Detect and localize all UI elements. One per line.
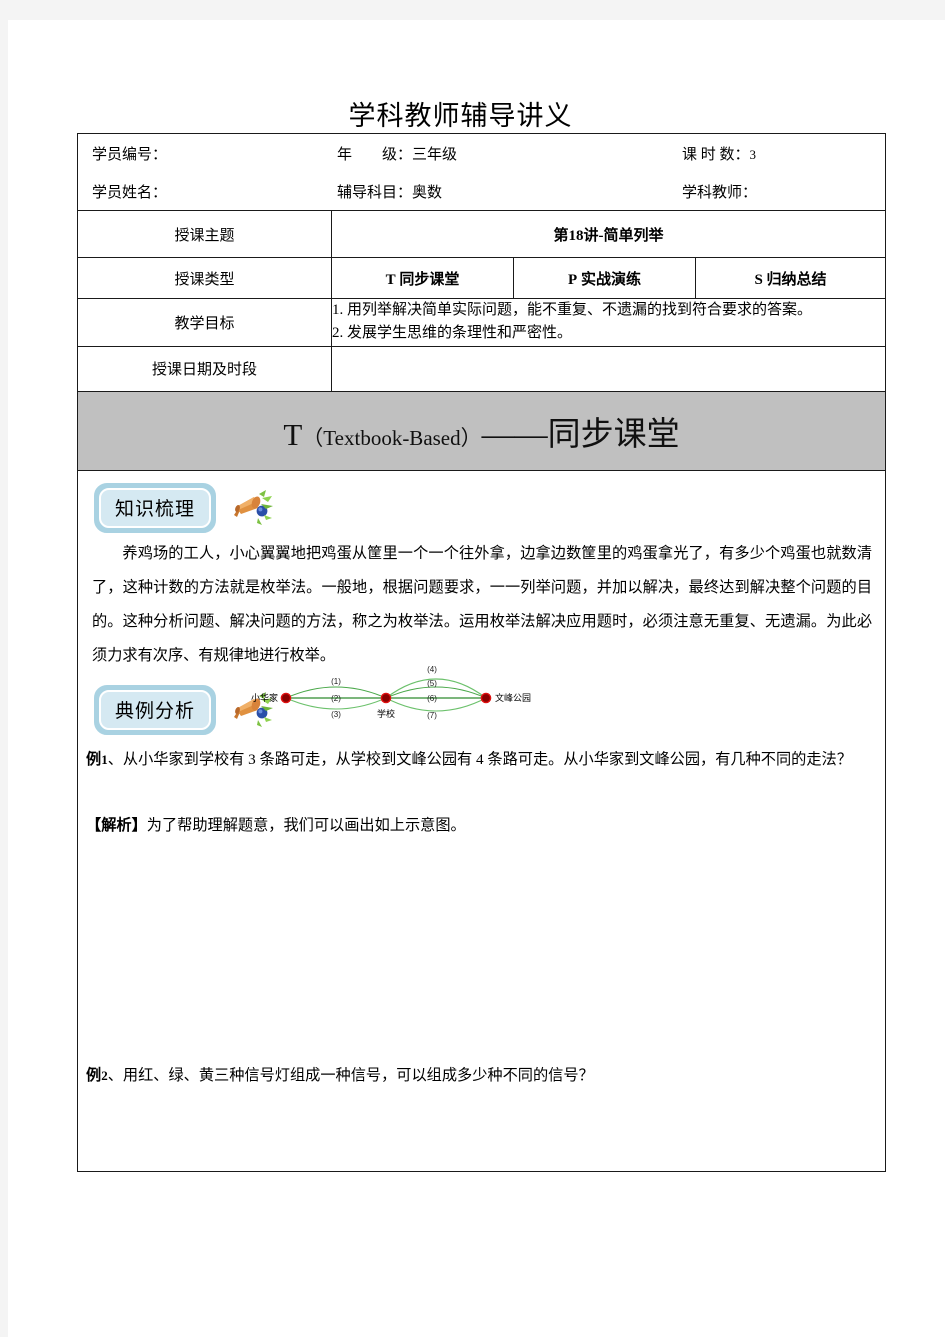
- table-row-date: 授课日期及时段: [77, 345, 886, 392]
- type-option-p: P 实战演练: [513, 257, 696, 299]
- grade-field: 年 级：三年级: [337, 143, 682, 164]
- node-park-dot: [480, 692, 492, 703]
- example-2: 例2、用红、绿、黄三种信号灯组成一种信号，可以组成多少种不同的信号？: [86, 1059, 876, 1092]
- topic-value: 第18讲-简单列举: [331, 210, 886, 258]
- subject-label: 辅导科目：: [337, 184, 413, 201]
- example-1: 例1、从小华家到学校有 3 条路可走，从学校到文峰公园有 4 条路可走。从小华家…: [86, 743, 876, 776]
- path-label-1: (1): [331, 677, 341, 686]
- megaphone-icon: [234, 489, 274, 525]
- goal-item-2: 2. 发展学生思维的条理性和严密性。: [332, 325, 573, 342]
- banner-paren-close: ）: [460, 425, 482, 450]
- type-name-p: 实战演练: [580, 271, 641, 288]
- analysis-text: 为了帮助理解题意，我们可以画出如上示意图。: [146, 816, 466, 834]
- banner-paren-open: （: [302, 425, 324, 450]
- banner-english: Textbook-Based: [323, 425, 461, 450]
- type-code-t: T: [385, 271, 396, 288]
- teacher-label: 学科教师：: [682, 184, 758, 201]
- badge-label-knowledge: 知识梳理: [99, 487, 212, 528]
- table-row-student-name: 学员姓名： 辅导科目：奥数 学科教师：: [77, 172, 886, 211]
- type-option-s: S 归纳总结: [695, 257, 886, 299]
- path-label-3: (3): [331, 710, 341, 719]
- table-row-content: 知识梳理 养鸡场的工人，小心翼翼地把鸡蛋从筐里一个一个往外拿，边拿边数筐里的鸡蛋…: [77, 469, 886, 1172]
- lecture-info-table: 学员编号： 年 级：三年级 课 时 数：3 学员姓名： 辅导科目：奥数 学科教师…: [77, 133, 886, 1172]
- type-option-t: T 同步课堂: [331, 257, 514, 299]
- node-label-school: 学校: [377, 708, 395, 719]
- document-page: 学科教师辅导讲义 学员编号： 年 级：三年级 课 时 数：3 学员姓名： 辅导科…: [8, 20, 945, 1337]
- path-label-2: (2): [331, 694, 341, 703]
- path-label-7: (7): [427, 711, 437, 720]
- subject-field: 辅导科目：奥数: [337, 181, 682, 202]
- path-label-6: (6): [427, 694, 437, 703]
- example-1-label: 例: [86, 750, 102, 768]
- node-school-dot: [380, 692, 392, 703]
- type-name-t: 同步课堂: [399, 271, 460, 288]
- type-name-s: 归纳总结: [766, 271, 827, 288]
- content-inner: 知识梳理 养鸡场的工人，小心翼翼地把鸡蛋从筐里一个一个往外拿，边拿边数筐里的鸡蛋…: [78, 471, 885, 1171]
- date-label: 授课日期及时段: [77, 345, 332, 392]
- example-2-text: 、用红、绿、黄三种信号灯组成一种信号，可以组成多少种不同的信号？: [107, 1066, 594, 1084]
- node-label-park: 文峰公园: [495, 692, 531, 703]
- table-row-student-id: 学员编号： 年 级：三年级 课 时 数：3: [77, 133, 886, 172]
- grade-value: 三年级: [412, 146, 458, 163]
- hours-field: 课 时 数：3: [682, 143, 882, 164]
- date-value[interactable]: [331, 345, 886, 392]
- topic-label: 授课主题: [77, 210, 332, 258]
- type-code-p: P: [568, 271, 578, 288]
- badge-shell: 知识梳理: [94, 482, 217, 533]
- topic-prefix: 第: [553, 227, 569, 244]
- goals-value: 1. 用列举解决简单实际问题，能不重复、不遗漏的找到符合要求的答案。 2. 发展…: [331, 298, 886, 347]
- banner-letter: T: [283, 416, 303, 452]
- topic-suffix: 讲-简单列举: [583, 227, 664, 244]
- goal-item-1: 1. 用列举解决简单实际问题，能不重复、不遗漏的找到符合要求的答案。: [332, 302, 813, 318]
- banner-text: T（Textbook-Based）——同步课堂: [283, 416, 680, 453]
- page-title: 学科教师辅导讲义: [348, 101, 573, 131]
- banner-chinese: 同步课堂: [547, 416, 680, 453]
- table-row-topic: 授课主题 第18讲-简单列举: [77, 210, 886, 258]
- hours-value: 3: [749, 146, 757, 162]
- student-id-label: 学员编号：: [92, 146, 168, 163]
- content-cell: 知识梳理 养鸡场的工人，小心翼翼地把鸡蛋从筐里一个一个往外拿，边拿边数筐里的鸡蛋…: [77, 469, 886, 1172]
- example-1-text: 、从小华家到学校有 3 条路可走，从学校到文峰公园有 4 条路可走。从小华家到文…: [107, 750, 852, 768]
- banner-dash: ——: [481, 416, 548, 453]
- badge-label-examples: 典例分析: [99, 689, 212, 730]
- route-diagram: 小华家 学校 文峰公园 (1) (2) (3) (4) (5) (6) (7): [251, 665, 531, 720]
- example-2-label: 例: [86, 1066, 102, 1084]
- goals-label: 教学目标: [77, 298, 332, 347]
- type-label: 授课类型: [77, 257, 332, 299]
- student-name-label: 学员姓名：: [92, 184, 168, 201]
- node-home-dot: [280, 692, 292, 703]
- example-1-analysis: 【解析】为了帮助理解题意，我们可以画出如上示意图。: [86, 809, 466, 842]
- subject-value: 奥数: [412, 184, 443, 201]
- table-row-banner: T（Textbook-Based）——同步课堂: [77, 390, 886, 471]
- node-label-home: 小华家: [251, 692, 278, 703]
- path-label-5: (5): [427, 679, 437, 688]
- badge-shell-2: 典例分析: [94, 684, 217, 735]
- type-code-s: S: [754, 271, 763, 288]
- table-row-goals: 教学目标 1. 用列举解决简单实际问题，能不重复、不遗漏的找到符合要求的答案。 …: [77, 298, 886, 347]
- knowledge-paragraph: 养鸡场的工人，小心翼翼地把鸡蛋从筐里一个一个往外拿，边拿边数筐里的鸡蛋拿光了，有…: [92, 544, 872, 664]
- table-row-type: 授课类型 T 同步课堂 P 实战演练 S 归纳总结: [77, 257, 886, 299]
- section-badge-knowledge: 知识梳理: [94, 482, 274, 533]
- grade-label: 年 级：: [337, 146, 413, 163]
- analysis-label: 【解析】: [86, 816, 147, 834]
- section-banner: T（Textbook-Based）——同步课堂: [77, 390, 886, 471]
- path-label-4: (4): [427, 665, 437, 674]
- hours-label: 课 时 数：: [682, 146, 750, 163]
- topic-number: 18: [568, 227, 584, 244]
